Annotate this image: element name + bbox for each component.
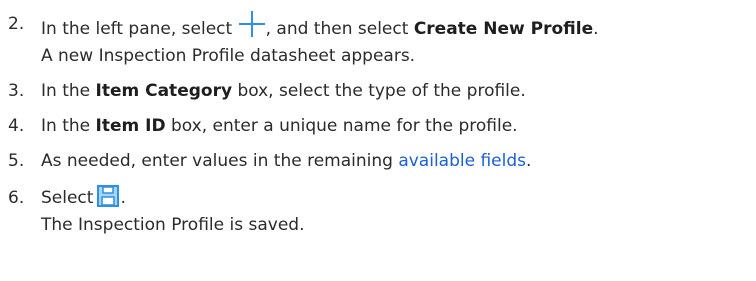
step-text-part: In the bbox=[41, 116, 91, 136]
step-text: Select . bbox=[41, 185, 126, 208]
step-number: 5. bbox=[8, 151, 25, 171]
step-6: 6. Select . The Inspection Profile is sa… bbox=[8, 185, 753, 239]
step-number: 3. bbox=[8, 81, 25, 101]
item-id-label: Item ID bbox=[95, 116, 166, 136]
procedure-steps: 2. In the left pane, select , and then s… bbox=[8, 0, 753, 239]
step-result: A new Inspection Profile datasheet appea… bbox=[41, 46, 416, 66]
step-3: 3. In the Item Category box, select the … bbox=[8, 78, 753, 105]
step-5: 5. As needed, enter values in the remain… bbox=[8, 148, 753, 175]
step-text: In the Item Category box, select the typ… bbox=[41, 81, 526, 101]
step-2: 2. In the left pane, select , and then s… bbox=[8, 11, 753, 70]
step-text-part: box, select the type of the profile. bbox=[237, 81, 526, 101]
plus-icon bbox=[238, 11, 265, 37]
step-text-part: In the bbox=[41, 81, 91, 101]
step-text-part: As needed, enter values in the remaining bbox=[41, 151, 393, 171]
step-text-part: Select bbox=[41, 188, 94, 208]
item-category-label: Item Category bbox=[95, 81, 233, 101]
step-number: 4. bbox=[8, 116, 25, 136]
save-icon bbox=[97, 185, 120, 207]
step-text-part: . bbox=[526, 151, 532, 171]
step-text-part: In the left pane, select bbox=[41, 19, 233, 39]
step-text-part: . bbox=[593, 19, 599, 39]
step-text-part: , and then select bbox=[265, 19, 409, 39]
step-number: 6. bbox=[8, 188, 25, 208]
create-new-profile-label: Create New Profile bbox=[413, 19, 594, 39]
step-number: 2. bbox=[8, 14, 25, 34]
step-result: The Inspection Profile is saved. bbox=[41, 215, 305, 235]
step-text: As needed, enter values in the remaining… bbox=[41, 151, 531, 171]
step-text-part: box, enter a unique name for the profile… bbox=[170, 116, 518, 136]
step-text: In the Item ID box, enter a unique name … bbox=[41, 116, 518, 136]
step-4: 4. In the Item ID box, enter a unique na… bbox=[8, 113, 753, 140]
step-text: In the left pane, select , and then sele… bbox=[41, 11, 599, 39]
step-text-part: . bbox=[120, 188, 126, 208]
available-fields-link[interactable]: available fields bbox=[398, 151, 526, 171]
